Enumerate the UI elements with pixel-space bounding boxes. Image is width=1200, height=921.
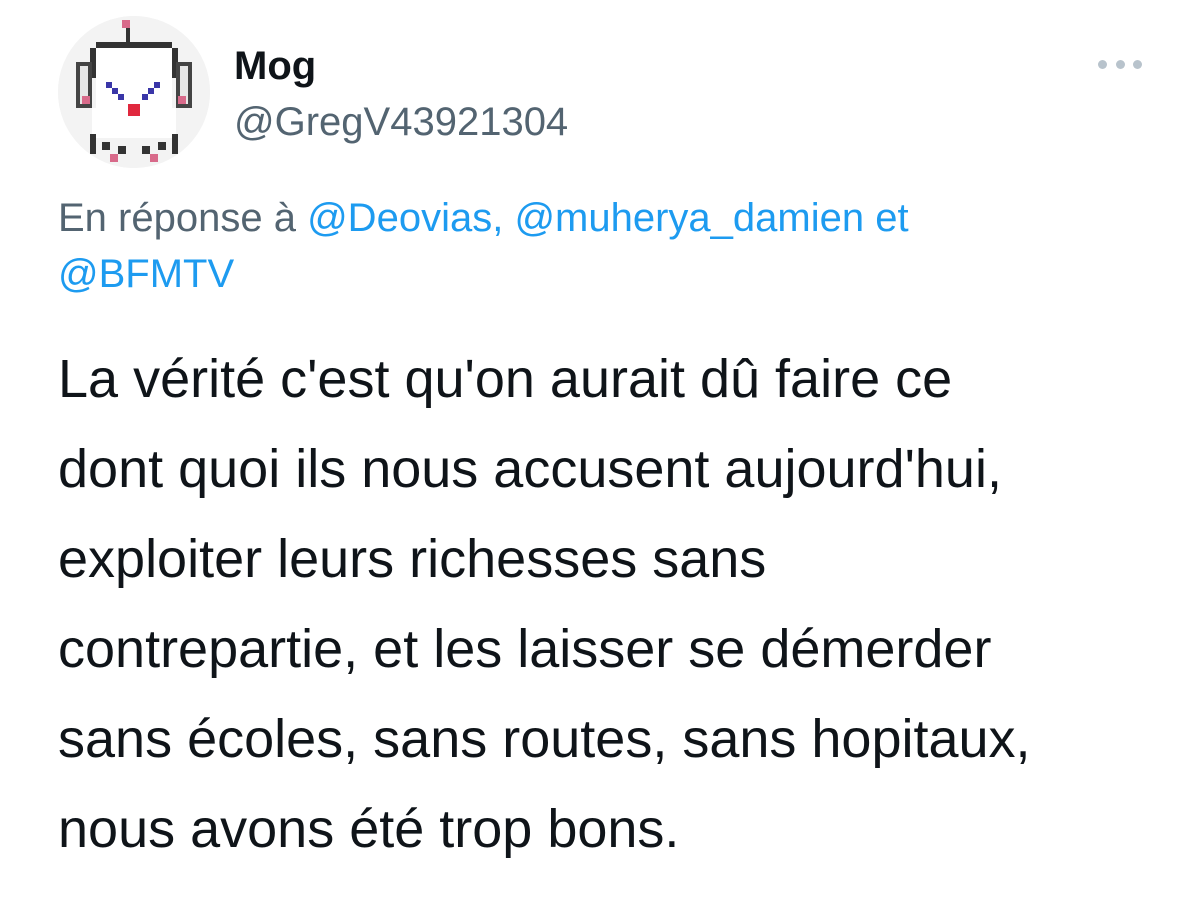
user-handle[interactable]: @GregV43921304 bbox=[234, 98, 568, 146]
tweet-text-line: La vérité c'est qu'on aurait dû faire ce bbox=[58, 349, 953, 409]
mention-link[interactable]: @Deovias, bbox=[307, 196, 503, 240]
tweet-text-line: nous avons été trop bons. bbox=[58, 799, 680, 859]
tweet-text-line: dont quoi ils nous accusent aujourd'hui, bbox=[58, 439, 1002, 499]
more-horizontal-icon bbox=[1115, 59, 1125, 69]
tweet-text-line: contrepartie, et les laisser se démerder bbox=[58, 619, 992, 679]
reply-context: En réponse à @Deovias, @muherya_damien e… bbox=[58, 190, 1138, 302]
tweet-text-line: sans écoles, sans routes, sans hopitaux, bbox=[58, 709, 1031, 769]
tweet-text-line: exploiter leurs richesses sans bbox=[58, 529, 767, 589]
tweet-text: La vérité c'est qu'on aurait dû faire ce… bbox=[58, 334, 1168, 874]
avatar[interactable] bbox=[58, 16, 210, 168]
display-name[interactable]: Mog bbox=[234, 42, 316, 90]
mention-link[interactable]: @BFMTV bbox=[58, 252, 234, 296]
more-horizontal-icon bbox=[1098, 59, 1107, 69]
tweet: Mog @GregV43921304 En réponse à @Deovias… bbox=[0, 0, 1200, 921]
more-horizontal-icon bbox=[1133, 59, 1142, 69]
moogle-avatar-icon bbox=[58, 16, 210, 168]
more-options-button[interactable] bbox=[1098, 52, 1142, 76]
reply-conjunction: et bbox=[875, 196, 909, 240]
reply-prefix: En réponse à bbox=[58, 196, 296, 240]
mention-link[interactable]: @muherya_damien bbox=[514, 196, 864, 240]
